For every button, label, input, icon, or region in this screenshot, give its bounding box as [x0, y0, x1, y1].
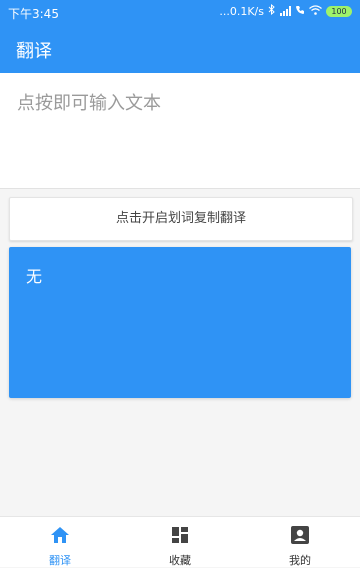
app-header: 下午3:45 ...0.1K/s 100 翻译	[0, 0, 360, 73]
wifi-icon	[309, 4, 322, 18]
translation-result-card: 无	[9, 247, 351, 398]
tab-mine[interactable]: 我的	[240, 517, 360, 567]
home-icon	[50, 525, 70, 549]
status-icons: ...0.1K/s 100	[219, 3, 352, 18]
enable-copy-translate-button[interactable]: 点击开启划词复制翻译	[9, 197, 353, 241]
battery-icon: 100	[326, 5, 352, 17]
account-box-icon	[290, 525, 310, 549]
status-bar: 下午3:45 ...0.1K/s 100	[0, 0, 360, 24]
tab-favorites[interactable]: 收藏	[120, 517, 240, 567]
bottom-tab-bar: 翻译 收藏 我的	[0, 516, 360, 567]
text-input-area[interactable]	[0, 73, 360, 189]
translate-input[interactable]	[0, 73, 360, 188]
page-title: 翻译	[16, 41, 52, 62]
call-icon	[295, 4, 305, 18]
translation-result-text: 无	[26, 267, 43, 286]
network-speed: ...0.1K/s	[219, 4, 264, 18]
dashboard-icon	[170, 525, 190, 549]
status-time: 下午3:45	[8, 7, 59, 21]
signal-icon	[280, 6, 291, 16]
tab-translate[interactable]: 翻译	[0, 517, 120, 567]
bluetooth-icon	[268, 3, 276, 18]
